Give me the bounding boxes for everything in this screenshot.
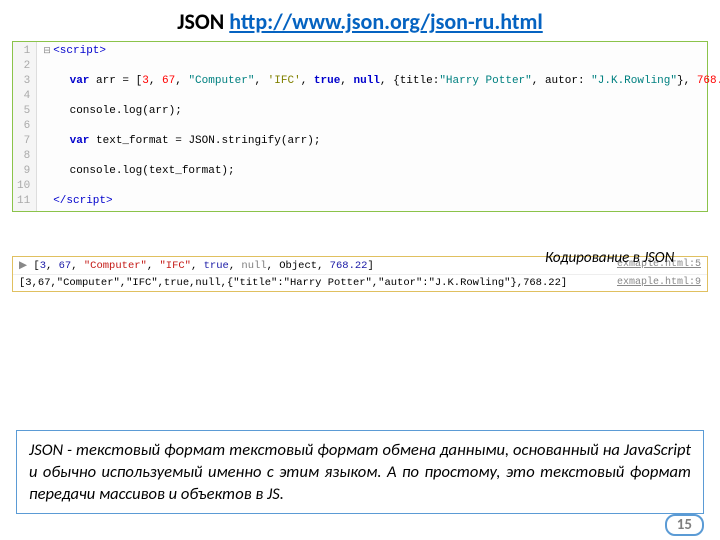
bool: true (314, 75, 340, 87)
num: 3 (40, 260, 46, 272)
encoding-label: Кодирование в JSON (545, 250, 705, 267)
null: null (241, 260, 266, 272)
str: "IFC" (159, 260, 191, 272)
num: 3 (142, 75, 149, 87)
obj: Object (279, 260, 317, 272)
str: "Harry Potter" (439, 75, 531, 87)
console-row: [3,67,"Computer","IFC",true,null,{"title… (13, 275, 707, 291)
console-source-link[interactable]: exmaple.html:9 (617, 277, 701, 289)
expand-icon[interactable]: ▶ (19, 260, 33, 272)
line-num: 8 (17, 149, 30, 164)
bracket: ] (367, 260, 373, 272)
code-block: 1 2 3 4 5 6 7 8 9 10 11 ⊟<script> var ar… (12, 41, 708, 212)
line-num: 1 (17, 44, 30, 59)
line-num: 3 (17, 74, 30, 89)
num: 768.22 (330, 260, 368, 272)
line-num: 7 (17, 134, 30, 149)
line-num: 6 (17, 119, 30, 134)
line-num: 11 (17, 194, 30, 209)
code-text: }, (677, 75, 697, 87)
description-box: JSON - текстовый формат текстовый формат… (16, 430, 704, 514)
console-output-1: ▶ [3, 67, "Computer", "IFC", true, null,… (19, 259, 374, 272)
code-text: console.log(text_format); (70, 165, 235, 177)
code-text: arr = [ (89, 75, 142, 87)
str: 'IFC' (268, 75, 301, 87)
code-l1: <script> (53, 45, 106, 57)
code-text: , autor: (532, 75, 591, 87)
code-text: text_format = JSON.stringify(arr); (89, 135, 320, 147)
line-num: 9 (17, 164, 30, 179)
code-text: console.log(arr); (70, 105, 182, 117)
title-link[interactable]: http://www.json.org/json-ru.html (229, 8, 542, 35)
code-gutter: 1 2 3 4 5 6 7 8 9 10 11 (13, 42, 37, 211)
fold-icon: ⊟ (43, 44, 53, 59)
kw-var: var (70, 135, 90, 147)
code-close: </script> (53, 195, 112, 207)
num: 67 (162, 75, 175, 87)
page-number: 15 (665, 514, 704, 536)
str: "Computer" (188, 75, 254, 87)
line-num: 4 (17, 89, 30, 104)
title-row: JSON http://www.json.org/json-ru.html (0, 0, 720, 41)
code-text: , {title: (380, 75, 439, 87)
code-lines: ⊟<script> var arr = [3, 67, "Computer", … (37, 42, 720, 211)
bool: true (204, 260, 229, 272)
str: "J.K.Rowling" (591, 75, 677, 87)
num: 768.22 (697, 75, 720, 87)
fold-icon (43, 194, 53, 209)
line-num: 10 (17, 179, 30, 194)
title-prefix: JSON (177, 8, 229, 35)
line-num: 2 (17, 59, 30, 74)
kw-var: var (70, 75, 90, 87)
null: null (354, 75, 380, 87)
num: 67 (59, 260, 72, 272)
console-output-2: [3,67,"Computer","IFC",true,null,{"title… (19, 277, 567, 289)
line-num: 5 (17, 104, 30, 119)
str: "Computer" (84, 260, 147, 272)
